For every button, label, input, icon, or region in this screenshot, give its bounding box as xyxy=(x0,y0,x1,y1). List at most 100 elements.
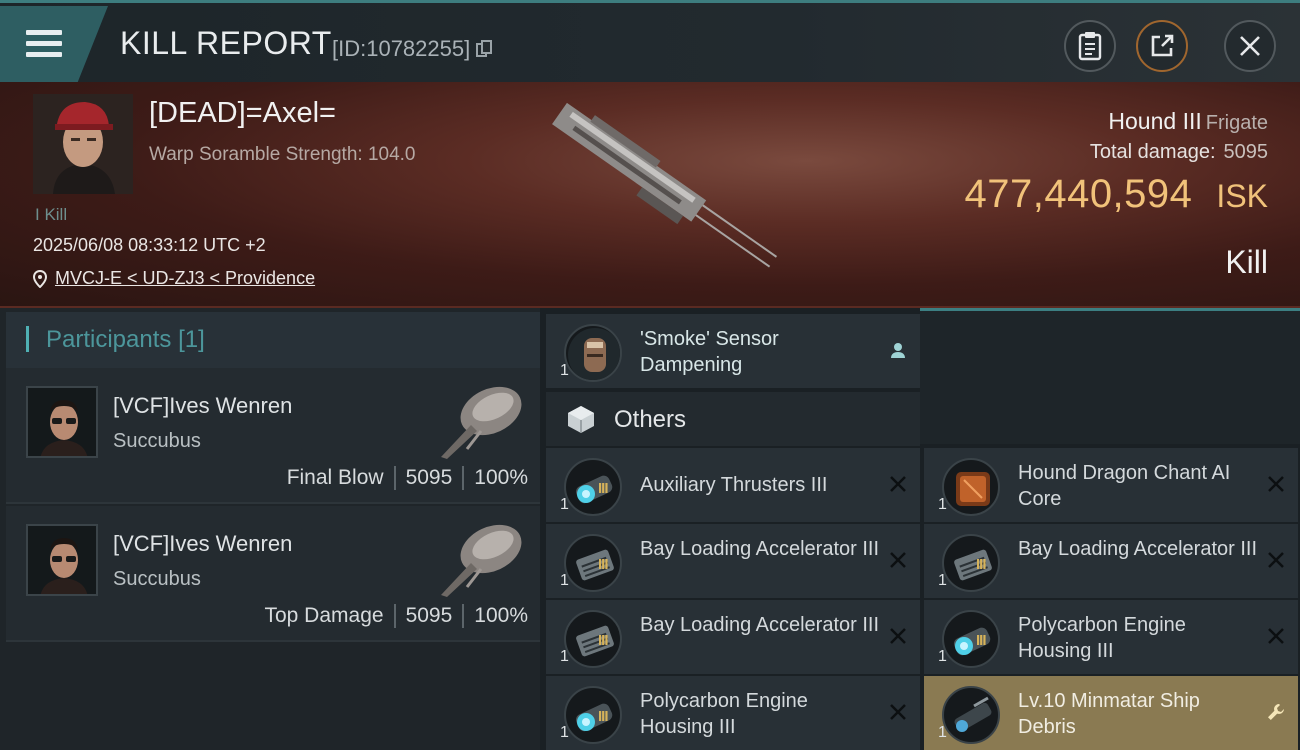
stats-divider xyxy=(462,604,465,628)
participant-damage: 5095 xyxy=(405,466,453,489)
share-icon xyxy=(1151,34,1174,57)
item-quantity: 1 xyxy=(560,572,569,589)
item-name: Hound Dragon Chant AI Core xyxy=(1018,462,1231,510)
frigate-ship-icon xyxy=(552,102,778,268)
item-name: Bay Loading Accelerator III xyxy=(640,538,880,560)
destroyed-x-icon xyxy=(886,700,910,724)
kill-report-screen: KILL REPORT [ID:10782255] [DEAD]=Axel= W… xyxy=(0,0,1300,750)
engine-housing-icon xyxy=(942,610,1000,668)
bay-loader-icon xyxy=(564,610,622,668)
clipboard-button[interactable] xyxy=(1064,20,1116,72)
kill-location[interactable]: MVCJ-E < UD-ZJ3 < Providence xyxy=(33,268,315,289)
copy-icon[interactable] xyxy=(476,40,493,58)
item-quantity: 1 xyxy=(938,648,947,665)
destroyed-x-icon xyxy=(886,548,910,572)
item-quantity: 1 xyxy=(560,648,569,665)
ai-core-icon xyxy=(942,458,1000,516)
ship-image xyxy=(520,100,790,290)
item-row[interactable]: III 1 Auxiliary Thrusters III xyxy=(546,448,920,522)
location-pin-icon xyxy=(33,269,47,288)
participant-portrait-icon xyxy=(28,388,96,456)
person-icon[interactable] xyxy=(886,338,910,362)
result-label: Kill xyxy=(1225,244,1268,280)
participant-avatar xyxy=(26,524,98,596)
item-row-debris[interactable]: 1 Lv.10 Minmatar Ship Debris xyxy=(924,676,1298,750)
participant-percent: 100% xyxy=(474,604,528,627)
cube-icon xyxy=(568,406,594,433)
destroyed-x-icon xyxy=(1264,624,1288,648)
item-name: Bay Loading Accelerator III xyxy=(640,614,880,636)
participant-stats: Final Blow 5095 100% xyxy=(287,466,528,490)
tier-icon: III xyxy=(598,632,608,649)
item-row[interactable]: 1 Hound Dragon Chant AI Core xyxy=(924,448,1298,522)
clipboard-icon xyxy=(1078,32,1102,61)
wrench-icon[interactable] xyxy=(1264,700,1288,724)
item-row[interactable]: III 1 Polycarbon Engine Housing III xyxy=(546,676,920,750)
ship-name-text: Hound III xyxy=(1108,108,1202,134)
warp-scramble-strength: Warp Soramble Strength: 104.0 xyxy=(149,144,416,165)
item-row[interactable]: III 1 Bay Loading Accelerator III xyxy=(924,524,1298,598)
kill-tag: I Kill xyxy=(35,205,68,224)
participant-ship: Succubus xyxy=(113,568,201,590)
victim-avatar[interactable] xyxy=(33,94,133,194)
item-name: Polycarbon Engine Housing III xyxy=(640,690,808,738)
item-smoke-sensor-dampening[interactable]: 1 'Smoke' Sensor Dampening xyxy=(546,314,920,388)
participant-row[interactable]: [VCF]Ives Wenren Succubus Top Damage 509… xyxy=(6,506,540,642)
participants-label: Participants [1] xyxy=(46,326,205,354)
participants-title: Participants xyxy=(46,326,172,353)
succubus-ship-icon xyxy=(441,386,522,459)
item-name: Auxiliary Thrusters III xyxy=(640,474,828,496)
destroyed-x-icon xyxy=(886,472,910,496)
thruster-module-icon xyxy=(564,458,622,516)
items-panel-top xyxy=(920,308,1300,444)
ship-class: Frigate xyxy=(1205,112,1268,134)
item-quantity: 1 xyxy=(560,496,569,513)
participant-portrait-icon xyxy=(28,526,96,594)
participant-avatar xyxy=(26,386,98,458)
close-icon xyxy=(1240,36,1260,56)
participants-accent-bar xyxy=(26,326,29,352)
item-quantity: 1 xyxy=(560,362,569,379)
item-quantity: 1 xyxy=(938,572,947,589)
location-link[interactable]: MVCJ-E < UD-ZJ3 < Providence xyxy=(55,268,315,289)
participant-ship-image xyxy=(431,373,531,463)
participants-header: Participants [1] xyxy=(6,312,540,368)
victim-name: [DEAD]=Axel= xyxy=(149,97,336,129)
destroyed-x-icon xyxy=(1264,548,1288,572)
menu-icon xyxy=(26,30,62,58)
item-quantity: 1 xyxy=(560,724,569,741)
item-row[interactable]: III 1 Polycarbon Engine Housing III xyxy=(924,600,1298,674)
isk-value-row: 477,440,594 ISK xyxy=(964,172,1268,217)
participant-percent: 100% xyxy=(474,466,528,489)
destroyed-x-icon xyxy=(1264,472,1288,496)
tier-icon: III xyxy=(598,708,608,725)
others-header: Others xyxy=(546,392,920,446)
isk-unit: ISK xyxy=(1216,178,1268,214)
participant-role: Top Damage xyxy=(264,604,384,627)
item-quantity: 1 xyxy=(938,724,947,741)
participant-role: Final Blow xyxy=(286,466,384,489)
tier-icon: III xyxy=(598,480,608,497)
item-name: Polycarbon Engine Housing III xyxy=(1018,614,1186,662)
isk-value: 477,440,594 xyxy=(964,172,1193,216)
tier-icon: III xyxy=(598,556,608,573)
participant-row[interactable]: [VCF]Ives Wenren Succubus Final Blow 509… xyxy=(6,368,540,504)
ship-name: Hound III Frigate xyxy=(1108,108,1268,135)
item-row[interactable]: III 1 Bay Loading Accelerator III xyxy=(546,524,920,598)
share-button[interactable] xyxy=(1136,20,1188,72)
bay-loader-icon xyxy=(942,534,1000,592)
item-row[interactable]: III 1 Bay Loading Accelerator III xyxy=(546,600,920,674)
participant-stats: Top Damage 5095 100% xyxy=(264,604,528,628)
participant-damage: 5095 xyxy=(405,604,453,627)
item-name: Lv.10 Minmatar Ship Debris xyxy=(1018,690,1200,738)
item-name: Bay Loading Accelerator III xyxy=(1018,538,1258,560)
total-damage-label: Total damage: xyxy=(1089,141,1216,163)
others-label: Others xyxy=(614,406,687,433)
participant-ship-image xyxy=(431,511,531,601)
close-button[interactable] xyxy=(1224,20,1276,72)
menu-button[interactable] xyxy=(0,6,108,82)
participant-ship: Succubus xyxy=(113,430,201,452)
stats-divider xyxy=(393,604,396,628)
report-id: [ID:10782255] xyxy=(332,36,493,62)
participant-name: [VCF]Ives Wenren xyxy=(113,393,293,418)
